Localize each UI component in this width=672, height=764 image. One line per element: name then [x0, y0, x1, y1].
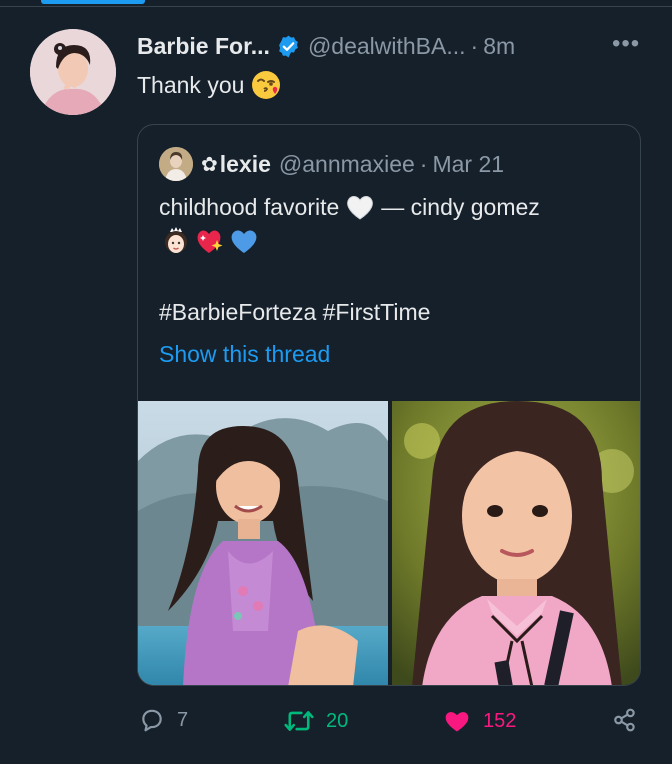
quote-text-end: — cindy gomez: [381, 193, 540, 220]
separator-dot: ·: [470, 32, 479, 59]
quote-text-start: childhood favorite: [159, 193, 340, 220]
more-options-icon[interactable]: •••: [612, 32, 640, 56]
retweet-icon: [284, 711, 314, 731]
author-avatar[interactable]: [30, 29, 116, 115]
quote-date[interactable]: Mar 21: [432, 151, 504, 178]
author-name[interactable]: Barbie For...: [137, 33, 270, 60]
heart-filled-icon: [445, 712, 469, 732]
tweet-time[interactable]: 8m: [483, 33, 515, 60]
like-button[interactable]: 152: [443, 707, 516, 735]
tweet-text: Thank you: [137, 71, 245, 98]
active-tab-indicator: [41, 0, 145, 4]
verified-badge-icon: [276, 34, 301, 59]
show-thread-link[interactable]: Show this thread: [159, 341, 330, 368]
blue-heart-icon: [229, 226, 259, 256]
retweet-count: 20: [326, 709, 349, 732]
reply-icon: [142, 709, 162, 732]
author-handle[interactable]: @dealwithBA...: [308, 33, 466, 60]
photo-girl-purple-dress-mountains[interactable]: [138, 401, 388, 685]
reply-button[interactable]: 7: [139, 707, 188, 733]
quote-hashtags[interactable]: #BarbieForteza #FirstTime: [159, 299, 430, 326]
like-count: 152: [483, 709, 517, 732]
share-icon: [614, 708, 635, 732]
quote-author-name[interactable]: lexie: [220, 151, 271, 178]
tweet-header: Barbie For... @dealwithBA... · 8m: [137, 31, 515, 61]
photo-girl-school-uniform[interactable]: [392, 401, 640, 685]
flower-icon: ✿: [201, 153, 218, 176]
quote-media: [138, 401, 640, 685]
reply-count: 7: [177, 708, 189, 731]
tweet-body: Thank you: [137, 70, 281, 100]
share-button[interactable]: [612, 707, 638, 733]
quote-text-line: childhood favorite — cindy gomez: [159, 193, 540, 221]
separator-dot: ·: [419, 150, 428, 177]
tweet-actions: 7 20 152: [0, 707, 672, 743]
sparkling-heart-icon: [195, 226, 225, 256]
quote-author-handle[interactable]: @annmaxiee: [279, 151, 415, 178]
face-blowing-kiss-icon: [251, 70, 281, 100]
quoted-tweet[interactable]: ✿ lexie @annmaxiee · Mar 21 childhood fa…: [137, 124, 641, 686]
quote-author-avatar[interactable]: [159, 147, 193, 181]
retweet-button[interactable]: 20: [284, 707, 348, 735]
quote-emojis: [161, 226, 259, 256]
timeline-divider: [0, 6, 672, 7]
white-heart-icon: [345, 193, 375, 221]
quote-header: ✿ lexie @annmaxiee · Mar 21: [159, 147, 504, 181]
princess-icon: [161, 226, 191, 256]
